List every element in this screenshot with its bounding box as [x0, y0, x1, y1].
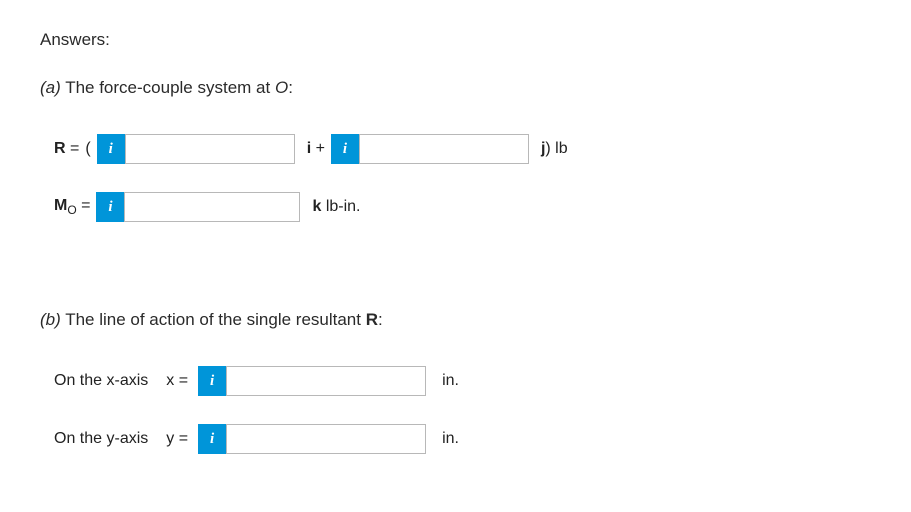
part-b-suffix: :	[378, 310, 383, 329]
input-r-j-component[interactable]	[359, 134, 529, 164]
mo-label: MO =	[54, 197, 90, 217]
part-b-text: The line of action of the single resulta…	[61, 310, 366, 329]
part-b-label: (b) The line of action of the single res…	[40, 310, 871, 330]
m-symbol: M	[54, 197, 67, 214]
x-axis-prefix: On the	[54, 372, 106, 389]
k-unit: k lb-in.	[312, 198, 360, 216]
part-b-bold: R	[366, 310, 378, 329]
input-group-rj: i	[331, 134, 529, 164]
y-equals-label: y =	[166, 430, 188, 448]
j-unit: j) lb	[541, 140, 568, 158]
input-mo-value[interactable]	[124, 192, 300, 222]
y-unit: in.	[442, 430, 459, 448]
input-group-x: i	[198, 366, 426, 396]
input-group-ri: i	[97, 134, 295, 164]
mo-equals: =	[77, 197, 91, 214]
y-axis-suffix: -axis	[114, 430, 148, 447]
input-group-y: i	[198, 424, 426, 454]
row-x-axis: On the x-axis x = i in.	[54, 366, 871, 396]
y-equals: =	[174, 430, 188, 447]
input-y-value[interactable]	[226, 424, 426, 454]
part-a-label: (a) The force-couple system at O:	[40, 78, 871, 98]
x-axis-suffix: -axis	[114, 372, 148, 389]
part-a-prefix: (a)	[40, 78, 61, 97]
x-axis-label: On the x-axis	[54, 372, 148, 390]
answers-heading: Answers:	[40, 30, 871, 50]
r-symbol: R	[54, 140, 66, 157]
info-icon[interactable]: i	[331, 134, 359, 164]
part-b-prefix: (b)	[40, 310, 61, 329]
info-icon[interactable]: i	[198, 424, 226, 454]
x-equals-label: x =	[166, 372, 188, 390]
open-paren: (	[85, 140, 90, 158]
part-a-suffix: :	[288, 78, 293, 97]
input-group-mo: i	[96, 192, 300, 222]
m-subscript: O	[67, 203, 76, 217]
unit-lbin: lb-in.	[321, 198, 360, 215]
i-plus: i +	[307, 140, 325, 158]
y-axis-label: On the y-axis	[54, 430, 148, 448]
x-unit: in.	[442, 372, 459, 390]
y-axis-prefix: On the	[54, 430, 106, 447]
input-x-value[interactable]	[226, 366, 426, 396]
part-a-text: The force-couple system at	[61, 78, 275, 97]
row-y-axis: On the y-axis y = i in.	[54, 424, 871, 454]
close-unit-lb: ) lb	[545, 140, 567, 157]
part-a-point: O	[275, 78, 288, 97]
input-r-i-component[interactable]	[125, 134, 295, 164]
info-icon[interactable]: i	[97, 134, 125, 164]
x-equals: =	[174, 372, 188, 389]
info-icon[interactable]: i	[96, 192, 124, 222]
plus-sign: +	[311, 140, 325, 157]
row-r-vector: R = ( i i + i j) lb	[54, 134, 871, 164]
info-icon[interactable]: i	[198, 366, 226, 396]
row-mo-moment: MO = i k lb-in.	[54, 192, 871, 222]
r-label: R =	[54, 140, 79, 158]
r-equals: =	[66, 140, 80, 157]
